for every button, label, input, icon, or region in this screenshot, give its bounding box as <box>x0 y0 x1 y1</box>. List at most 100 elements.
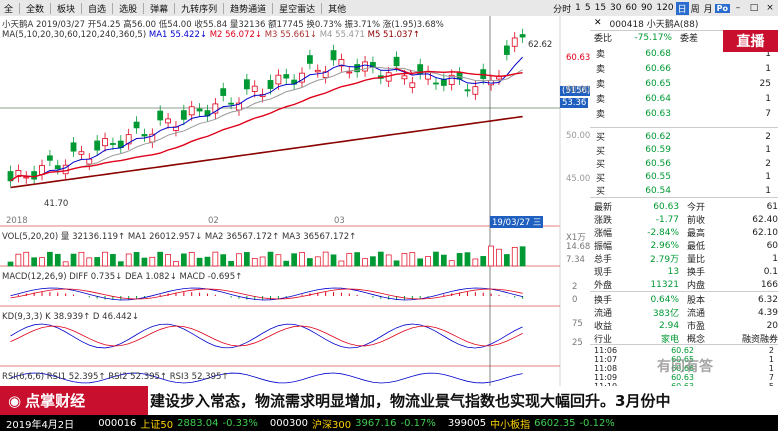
menu-item-nine-turn[interactable]: 九转序列 <box>177 2 221 15</box>
quote-label2: 量比 <box>687 255 706 265</box>
buy-level-row[interactable]: 买 60.59 1 <box>590 144 778 157</box>
menu-item-board[interactable]: 板块 <box>53 2 79 15</box>
brand-logo: ◉ 点掌财经 <box>0 386 148 415</box>
macd-tick-2: 2 <box>572 282 578 292</box>
tf-week[interactable]: 周 <box>689 2 702 15</box>
tf-intraday[interactable]: 分时 <box>551 2 573 15</box>
volume-bar <box>377 251 384 267</box>
fund-label: 收益 <box>594 322 613 332</box>
volume-bar <box>425 256 431 267</box>
volume-bar <box>385 254 392 267</box>
tf-30[interactable]: 30 <box>608 3 623 13</box>
fund-label2: 股本 <box>687 296 706 306</box>
candle-body <box>78 151 85 155</box>
minimize-icon[interactable]: – <box>730 3 746 13</box>
sell-level-volume: 25 <box>759 78 771 89</box>
tick-time: 11:07 <box>594 355 618 364</box>
volume-bar <box>23 251 30 267</box>
tf-120[interactable]: 120 <box>654 3 675 13</box>
tf-day[interactable]: 日 <box>675 1 689 15</box>
volume-bar <box>86 257 93 267</box>
menu-item-other[interactable]: 其他 <box>324 2 350 15</box>
tick-volume: 2 <box>768 346 774 355</box>
volume-bar <box>472 258 479 267</box>
rsi-indicator-label: RSI(6,6,6) RSI1 52.395↑ RSI2 52.395↑ RSI… <box>2 372 229 382</box>
menu-item-star-radar[interactable]: 星空雷达 <box>275 2 319 15</box>
candle-body <box>141 134 148 137</box>
volume-bar <box>362 258 368 267</box>
quote-label2: 换手 <box>687 268 706 278</box>
chart-canvas <box>0 16 561 386</box>
tick-time: 11:09 <box>594 373 618 382</box>
volume-bar <box>267 251 274 267</box>
buy-level-row[interactable]: 买 60.56 2 <box>590 157 778 171</box>
volume-bar <box>259 256 266 267</box>
volume-bar <box>370 256 376 267</box>
index-value-2: 3967.16 <box>355 417 397 429</box>
x-tick-02: 02 <box>208 216 219 226</box>
sell-level-row[interactable]: 卖 60.64 1 <box>590 92 778 106</box>
quote-label: 振幅 <box>594 242 613 252</box>
buy-level-row[interactable]: 买 60.62 2 <box>590 130 778 144</box>
tick-row: 11:06 60.62 2 <box>590 346 778 355</box>
menu-item-all-data[interactable]: 全数 <box>22 2 48 15</box>
quote-label: 涨跌 <box>594 216 613 226</box>
live-badge[interactable]: 直播 <box>723 30 778 52</box>
volume-bar <box>180 253 187 267</box>
volume-bar <box>433 251 439 267</box>
buy-level-volume: 1 <box>765 172 771 182</box>
menu-item-stock-picker[interactable]: 选股 <box>115 2 141 15</box>
maximize-icon[interactable]: □ <box>746 3 762 13</box>
fund-row: 换手 0.64% 股本 6.32 <box>590 293 778 307</box>
d-line <box>10 325 523 347</box>
volume-bar <box>7 261 14 267</box>
candle-body <box>511 37 518 47</box>
quote-row: 总手 2.79万 量比 1 <box>590 252 778 266</box>
kline-chart[interactable]: 小天鹅A 2019/03/27 开54.25 高56.00 低54.00 收55… <box>0 16 593 386</box>
sell-level-row[interactable]: 卖 60.63 7 <box>590 107 778 121</box>
quote-label: 外盘 <box>594 281 613 291</box>
buy-level-price: 60.56 <box>645 158 671 169</box>
menu-item-danmu[interactable]: 弹幕 <box>146 2 172 15</box>
candle-body <box>314 69 321 73</box>
tf-5[interactable]: 5 <box>583 3 593 13</box>
ma1-value: MA1 55.422↓ <box>148 30 207 40</box>
buy-level-row[interactable]: 买 60.55 1 <box>590 171 778 184</box>
ma4-value: M4 55.471 <box>319 30 365 40</box>
index-name-3: 中小板指 <box>490 419 531 431</box>
sell-level-row[interactable]: 卖 60.66 1 <box>590 62 778 76</box>
weicha-label: 委差 <box>680 34 699 44</box>
app-logo: Po <box>714 3 730 13</box>
menu-item-all[interactable]: 全 <box>0 2 17 15</box>
volume-bar <box>196 257 203 267</box>
tf-1[interactable]: 1 <box>573 3 583 13</box>
quote-label2: 今开 <box>687 203 706 213</box>
candle-body <box>110 143 116 145</box>
tf-90[interactable]: 90 <box>639 3 654 13</box>
cursor-price-box: 53.36 <box>560 98 589 108</box>
quote-value2: 166 <box>760 279 778 290</box>
tf-15[interactable]: 15 <box>593 3 608 13</box>
vol-indicator-label: VOL(5,20,20) 量 32136.119↑ MA1 26012.957↓… <box>2 232 357 242</box>
vol-tick-mid: 7.34 <box>566 255 585 265</box>
menu-item-watchlist[interactable]: 自选 <box>84 2 110 15</box>
buy-level-row[interactable]: 买 60.54 1 <box>590 184 778 198</box>
fund-value: 2.94 <box>659 320 680 331</box>
volume-bar <box>70 253 77 267</box>
vol-tick-high: 14.68 <box>566 242 591 252</box>
volume-bar <box>212 251 219 267</box>
candle-body <box>275 74 282 85</box>
quote-value: 13 <box>667 266 680 277</box>
quote-row: 振幅 2.96% 最低 60 <box>590 239 778 253</box>
candle-body <box>94 140 101 151</box>
close-panel-icon[interactable]: ✕ <box>590 18 602 28</box>
candle-body <box>464 89 471 92</box>
tf-60[interactable]: 60 <box>624 3 639 13</box>
menu-item-trend-channel[interactable]: 趋势通道 <box>226 2 270 15</box>
brand-icon: ◉ <box>8 391 22 410</box>
tf-month[interactable]: 月 <box>702 2 715 15</box>
sell-level-row[interactable]: 卖 60.65 25 <box>590 77 778 91</box>
volume-bar <box>314 256 321 267</box>
sell-level-label: 卖 <box>596 50 606 60</box>
close-icon[interactable]: × <box>762 3 778 13</box>
